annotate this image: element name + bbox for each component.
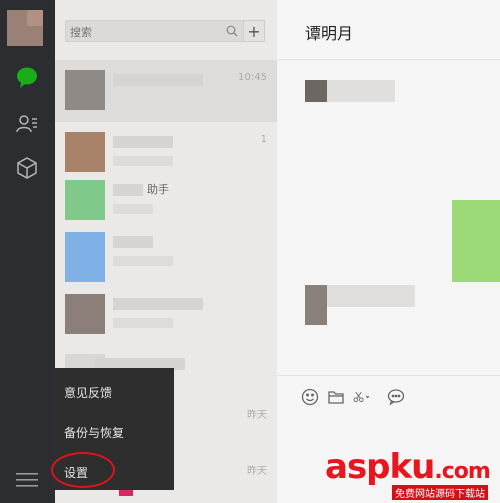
sender-avatar bbox=[305, 285, 327, 325]
contact-name-blurred bbox=[113, 236, 153, 248]
collections-box-icon[interactable] bbox=[14, 155, 40, 181]
last-message-blurred bbox=[113, 204, 153, 214]
last-message-blurred bbox=[113, 156, 173, 166]
contact-avatar bbox=[65, 132, 105, 172]
contact-name-blurred bbox=[113, 74, 203, 86]
screenshot-scissors-icon[interactable] bbox=[353, 388, 379, 406]
contacts-icon[interactable] bbox=[14, 111, 40, 137]
list-item[interactable]: 10:45 bbox=[55, 60, 277, 122]
add-button-label: + bbox=[247, 21, 261, 41]
highlight-circle bbox=[51, 452, 115, 488]
sender-avatar bbox=[305, 80, 327, 102]
menu-item-backup-restore[interactable]: 备份与恢复 bbox=[64, 424, 124, 441]
search-input[interactable] bbox=[66, 22, 216, 43]
watermark-main: aspku bbox=[325, 447, 435, 487]
contact-avatar bbox=[65, 232, 105, 282]
contact-name-fragment: 助手 bbox=[147, 183, 169, 196]
chat-title: 谭明月 bbox=[305, 24, 354, 43]
add-button[interactable]: + bbox=[243, 20, 265, 42]
watermark-tld: .com bbox=[434, 459, 490, 484]
contact-avatar bbox=[65, 294, 105, 334]
watermark-subtitle: 免费网站源码下载站 bbox=[392, 485, 488, 500]
site-watermark: aspku.com bbox=[325, 447, 491, 487]
chat-header: 谭明月 bbox=[277, 0, 500, 60]
contact-name-blurred bbox=[113, 136, 173, 148]
message-time: 昨天 bbox=[247, 466, 267, 477]
contact-avatar bbox=[65, 180, 105, 220]
outgoing-message-blurred bbox=[452, 200, 500, 282]
left-nav-bar bbox=[0, 0, 55, 503]
contact-name-blurred bbox=[113, 184, 143, 196]
emoji-icon[interactable] bbox=[301, 388, 319, 406]
list-item[interactable] bbox=[55, 222, 277, 284]
search-bar: + bbox=[55, 0, 277, 60]
chat-panel: 谭明月 bbox=[277, 0, 500, 503]
list-item[interactable] bbox=[55, 284, 277, 346]
search-icon bbox=[226, 25, 238, 37]
search-box[interactable] bbox=[65, 20, 245, 43]
contact-name-blurred bbox=[113, 298, 203, 310]
message-time: 10:45 bbox=[238, 72, 267, 83]
folder-icon[interactable] bbox=[327, 388, 345, 406]
chat-bubble-icon[interactable] bbox=[387, 388, 405, 406]
menu-item-feedback[interactable]: 意见反馈 bbox=[64, 384, 112, 401]
last-message-blurred bbox=[113, 318, 173, 328]
chat-icon[interactable] bbox=[14, 64, 40, 90]
last-message-blurred bbox=[113, 94, 173, 104]
menu-icon[interactable] bbox=[16, 472, 38, 488]
last-message-blurred bbox=[113, 256, 173, 266]
message-time: 昨天 bbox=[247, 410, 267, 421]
message-time: 1 bbox=[260, 134, 267, 145]
contact-avatar bbox=[65, 70, 105, 110]
avatar[interactable] bbox=[7, 10, 43, 46]
